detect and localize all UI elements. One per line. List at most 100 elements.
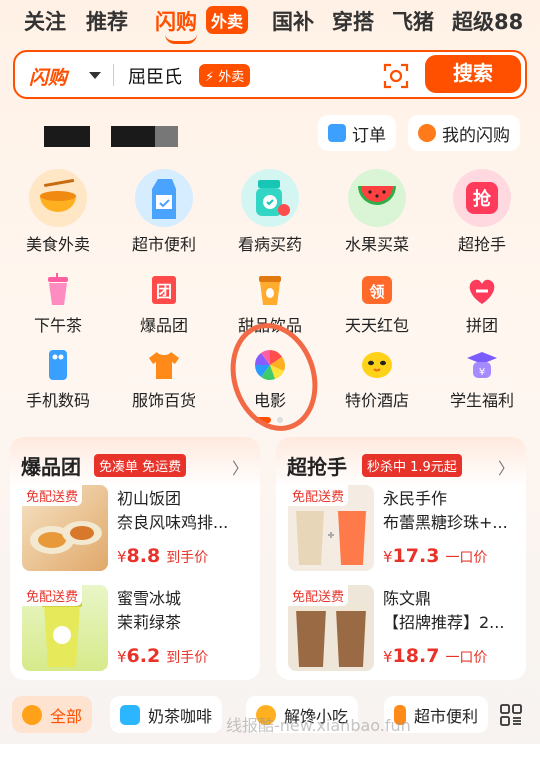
flash-logo: 闪购: [29, 67, 68, 89]
free-delivery-badge: 免配送费: [288, 485, 349, 506]
orders-button[interactable]: 订单: [318, 115, 396, 151]
card-title: 超抢手: [287, 455, 347, 479]
svg-text:领: 领: [368, 283, 384, 301]
currency: ¥: [383, 648, 393, 666]
currency: ¥: [117, 548, 127, 566]
grid-item-label: 爆品团: [139, 316, 188, 335]
grid-item-label: 学生福利: [449, 391, 514, 410]
free-delivery-badge: 免配送费: [22, 485, 83, 506]
price-suffix: 到手价: [166, 650, 209, 666]
grid-item-food-delivery[interactable]: 美食外卖: [8, 169, 108, 255]
card-header: 爆品团 免凑单 免运费 〉: [10, 437, 260, 487]
drink-cup-icon: [40, 272, 76, 308]
watermelon-icon: [348, 169, 406, 227]
tab-flash[interactable]: 闪购: [155, 6, 197, 36]
team-icon: [464, 272, 500, 308]
divider: [113, 64, 114, 86]
grid-item-afternoon-tea[interactable]: 下午茶: [8, 272, 108, 336]
price-value: 17.3: [392, 545, 440, 567]
grid-item-apparel[interactable]: 服饰百货: [114, 347, 214, 411]
price-suffix: 到手价: [166, 550, 209, 566]
product-item[interactable]: 免配送费 初山饭团 奈良风味鸡排... ¥8.8 到手价: [22, 485, 258, 573]
card-title: 爆品团: [21, 455, 81, 479]
svg-text:团: 团: [156, 282, 172, 301]
product-item[interactable]: 免配送费 永民手作 布蕾黑糖珍珠+... ¥17.3 一口价: [288, 485, 524, 573]
grid-item-label: 看病买药: [237, 235, 302, 254]
grid-item-label: 手机数码: [25, 391, 90, 410]
top-nav: 关注 推荐 闪购 外卖 国补 穿搭 飞猪 超级88: [0, 0, 540, 44]
waimai-badge: 外卖: [206, 6, 249, 34]
graduation-cap-icon: ¥: [464, 347, 500, 383]
card-tag: 秒杀中 1.9元起: [362, 454, 462, 477]
price-value: 8.8: [126, 545, 161, 567]
grid-item-student[interactable]: ¥ 学生福利: [432, 347, 532, 411]
price-suffix: 一口价: [445, 550, 488, 566]
chevron-right-icon[interactable]: 〉: [498, 455, 514, 479]
tab-outfit[interactable]: 穿搭: [332, 6, 374, 36]
grid-item-hotel[interactable]: 特价酒店: [327, 347, 427, 411]
chip-label: 全部: [50, 706, 83, 726]
svg-text:¥: ¥: [479, 367, 485, 378]
product-desc: 【招牌推荐】2...: [383, 613, 505, 632]
grid-item-label: 特价酒店: [344, 391, 409, 410]
grid-item-fruit[interactable]: 水果买菜: [327, 169, 427, 255]
search-tag-label: 外卖: [218, 70, 245, 85]
product-desc: 奈良风味鸡排...: [117, 513, 229, 532]
search-bar[interactable]: 闪购 屈臣氏 ⚡ 外卖 搜索: [13, 50, 527, 99]
redacted-username: [111, 126, 155, 147]
product-name: 永民手作: [383, 489, 448, 508]
price-value: 6.2: [126, 645, 161, 667]
tab-fliggy[interactable]: 飞猪: [392, 6, 434, 36]
search-tag: ⚡ 外卖: [199, 64, 251, 87]
flash-deal-card[interactable]: 超抢手 秒杀中 1.9元起 〉 免配送费 永民手作 布蕾黑糖珍珠+... ¥17…: [276, 437, 526, 680]
chip-milk-tea[interactable]: 奶茶咖啡: [110, 696, 223, 733]
card-header: 超抢手 秒杀中 1.9元起 〉: [276, 437, 526, 487]
free-delivery-badge: 免配送费: [288, 585, 349, 606]
product-image: 免配送费: [22, 485, 108, 571]
redacted-username: [44, 126, 90, 147]
my-flash-button[interactable]: 我的闪购: [408, 115, 520, 151]
grid-menu-icon[interactable]: [500, 704, 522, 726]
tab-subsidy[interactable]: 国补: [272, 6, 314, 36]
bowl-icon: [22, 704, 42, 725]
grid-item-group-deal[interactable]: 团 爆品团: [114, 272, 214, 336]
product-item[interactable]: 免配送费 陈文鼎 【招牌推荐】2... ¥18.7 一口价: [288, 585, 524, 673]
tab-follow[interactable]: 关注: [24, 6, 66, 36]
chip-label: 超市便利: [413, 706, 478, 726]
grid-item-label: 美食外卖: [25, 235, 90, 254]
phone-icon: [40, 347, 76, 383]
product-name: 蜜雪冰城: [117, 589, 182, 608]
grid-item-digital[interactable]: 手机数码: [8, 347, 108, 411]
grid-item-team-buy[interactable]: 拼团: [432, 272, 532, 336]
my-flash-label: 我的闪购: [442, 125, 510, 146]
group-deal-card[interactable]: 爆品团 免凑单 免运费 〉 免配送费 初山饭团 奈良风味鸡排... ¥8.8 到手…: [10, 437, 260, 680]
noodle-bowl-icon: [29, 169, 87, 227]
free-delivery-badge: 免配送费: [22, 585, 83, 606]
chip-label: 奶茶咖啡: [148, 706, 213, 726]
grid-item-label: 超市便利: [131, 235, 196, 254]
watermark: 线报酷-new.xianbao.fun: [226, 716, 411, 735]
tab-recommend[interactable]: 推荐: [86, 6, 128, 36]
grid-item-medicine[interactable]: 看病买药: [220, 169, 320, 255]
next-section-peek: [0, 744, 540, 761]
product-name: 初山饭团: [117, 489, 182, 508]
group-deal-icon: 团: [146, 272, 182, 308]
milk-carton-icon: [135, 169, 193, 227]
chevron-right-icon[interactable]: 〉: [232, 455, 248, 479]
chevron-down-icon[interactable]: [89, 72, 101, 79]
scan-icon[interactable]: [383, 63, 409, 89]
grid-item-supermarket[interactable]: 超市便利: [114, 169, 214, 255]
flash-deal-icon: 抢: [453, 169, 511, 227]
chip-all[interactable]: 全部: [12, 696, 93, 733]
product-item[interactable]: 免配送费 蜜雪冰城 茉莉绿茶 ¥6.2 到手价: [22, 585, 258, 673]
grid-item-flash-deal[interactable]: 抢 超抢手: [432, 169, 532, 255]
product-name: 陈文鼎: [383, 589, 432, 608]
milk-tea-icon: [120, 704, 140, 725]
search-button[interactable]: 搜索: [425, 55, 521, 93]
grid-item-red-envelope[interactable]: 领 天天红包: [327, 272, 427, 336]
search-input[interactable]: 屈臣氏: [128, 63, 182, 89]
product-price: ¥18.7 一口价: [383, 645, 487, 667]
tab-super88[interactable]: 超级88: [452, 6, 523, 36]
product-price: ¥17.3 一口价: [383, 545, 487, 567]
price-value: 18.7: [392, 645, 440, 667]
